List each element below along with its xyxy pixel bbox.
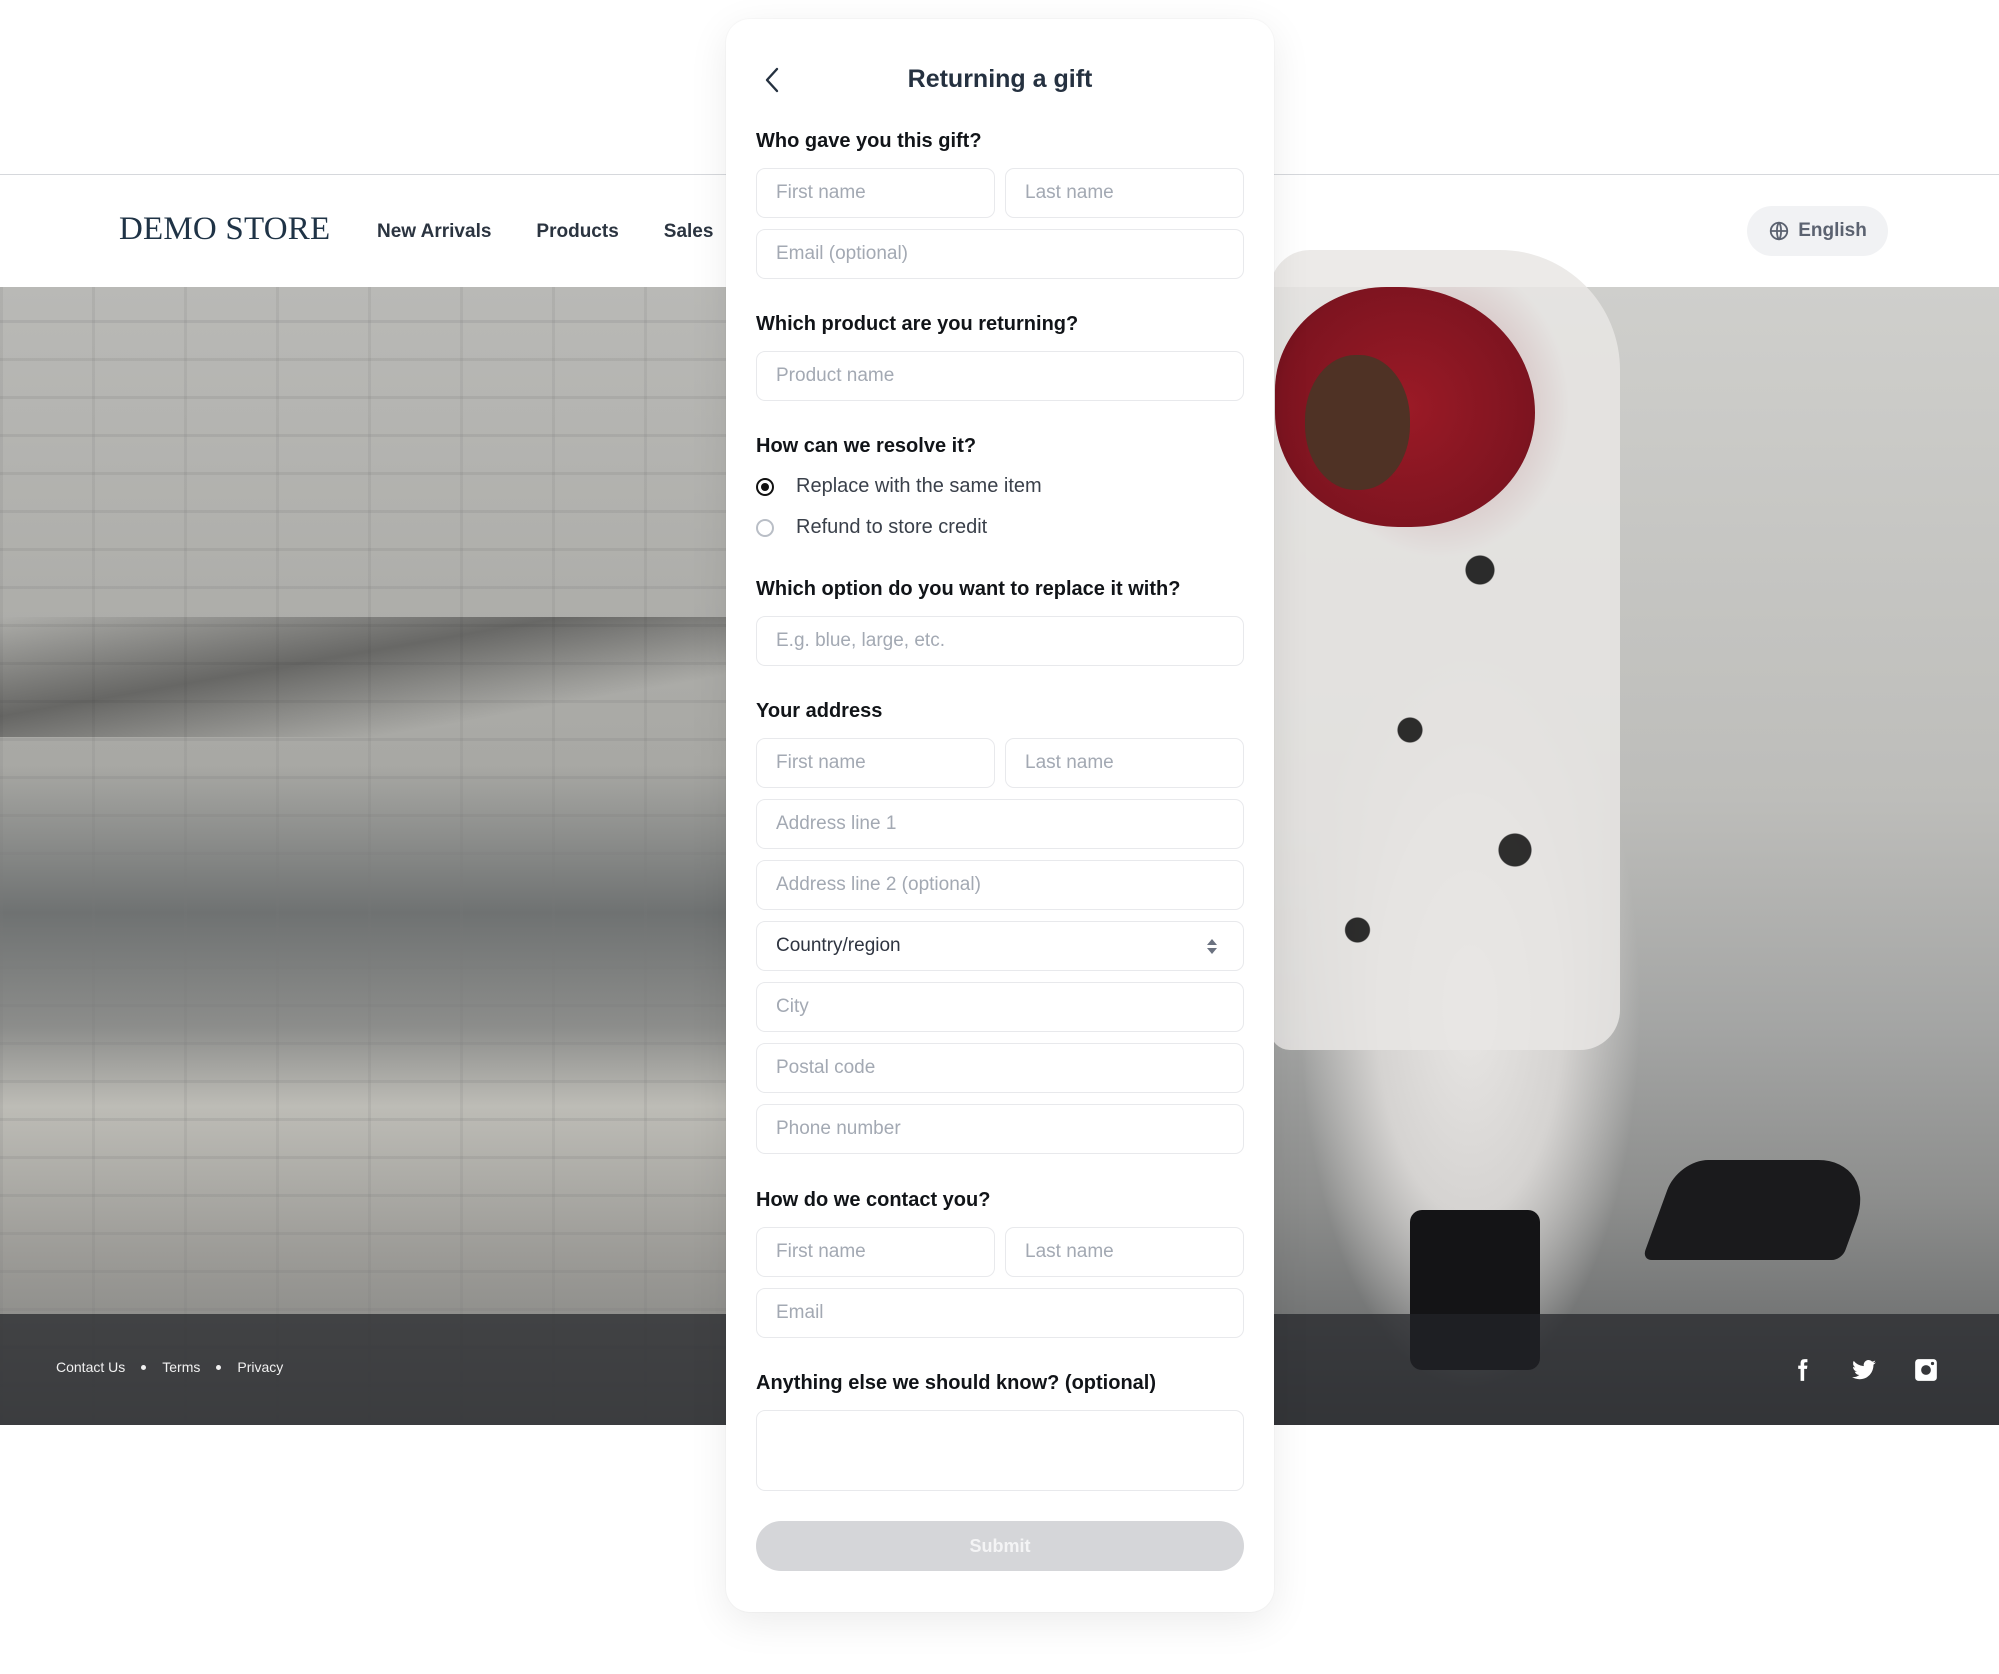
postal-code-input[interactable]: Postal code	[756, 1043, 1244, 1093]
address-first-name-input[interactable]: First name	[756, 738, 995, 788]
footer-links: Contact Us Terms Privacy	[56, 1359, 283, 1375]
phone-number-input[interactable]: Phone number	[756, 1104, 1244, 1154]
separator-dot	[216, 1364, 222, 1370]
radio-label: Replace with the same item	[796, 475, 1042, 497]
language-label: English	[1798, 220, 1867, 241]
radio-label: Refund to store credit	[796, 516, 988, 538]
contact-first-name-input[interactable]: First name	[756, 1227, 995, 1277]
address-last-name-input[interactable]: Last name	[1005, 738, 1244, 788]
city-input[interactable]: City	[756, 982, 1244, 1032]
replacement-question: Which option do you want to replace it w…	[756, 578, 1181, 600]
nav-item-products[interactable]: Products	[536, 221, 618, 243]
address-line2-input[interactable]: Address line 2 (optional)	[756, 860, 1244, 910]
radio-refund-store-credit[interactable]: Refund to store credit	[756, 516, 987, 539]
product-name-input[interactable]: Product name	[756, 351, 1244, 401]
store-logo[interactable]: DEMO STORE	[119, 211, 330, 248]
replacement-option-input[interactable]: E.g. blue, large, etc.	[756, 616, 1244, 666]
country-region-value: Country/region	[776, 935, 901, 956]
resolution-question: How can we resolve it?	[756, 435, 977, 457]
contact-email-input[interactable]: Email	[756, 1288, 1244, 1338]
model-shoe	[1641, 1160, 1879, 1260]
submit-button[interactable]: Submit	[756, 1521, 1244, 1571]
nav-item-sales[interactable]: Sales	[664, 221, 714, 243]
model-face	[1305, 355, 1410, 490]
globe-icon	[1770, 221, 1789, 241]
address-question: Your address	[756, 700, 883, 722]
instagram-icon[interactable]	[1913, 1357, 1939, 1383]
facebook-icon[interactable]	[1789, 1357, 1815, 1383]
contact-question: How do we contact you?	[756, 1189, 991, 1211]
hero-shadow	[0, 617, 730, 737]
page: DEMO STORE New Arrivals Products Sales E…	[0, 0, 1999, 1674]
form-title: Returning a gift	[907, 65, 1093, 93]
giver-first-name-input[interactable]: First name	[756, 168, 995, 218]
return-gift-form: Returning a gift Who gave you this gift?…	[726, 19, 1274, 1612]
radio-selected-icon	[756, 477, 774, 496]
nav-item-new-arrivals[interactable]: New Arrivals	[377, 221, 491, 243]
hero-wall-background	[0, 287, 730, 1425]
separator-dot	[141, 1364, 147, 1370]
radio-replace-same-item[interactable]: Replace with the same item	[756, 475, 1042, 498]
select-arrows-icon	[1207, 938, 1217, 954]
giver-last-name-input[interactable]: Last name	[1005, 168, 1244, 218]
address-line1-input[interactable]: Address line 1	[756, 799, 1244, 849]
footer-link-terms[interactable]: Terms	[162, 1359, 200, 1375]
form-header: Returning a gift	[726, 61, 1274, 101]
country-region-select[interactable]: Country/region	[756, 921, 1244, 971]
radio-unselected-icon	[756, 518, 774, 537]
main-nav: New Arrivals Products Sales	[377, 221, 713, 243]
giver-question: Who gave you this gift?	[756, 130, 982, 152]
footer-link-privacy[interactable]: Privacy	[237, 1359, 283, 1375]
language-selector[interactable]: English	[1747, 206, 1888, 256]
twitter-icon[interactable]	[1851, 1357, 1877, 1383]
contact-last-name-input[interactable]: Last name	[1005, 1227, 1244, 1277]
notes-question: Anything else we should know? (optional)	[756, 1372, 1156, 1394]
giver-email-input[interactable]: Email (optional)	[756, 229, 1244, 279]
notes-textarea[interactable]	[756, 1410, 1244, 1491]
footer-link-contact[interactable]: Contact Us	[56, 1359, 125, 1375]
product-question: Which product are you returning?	[756, 313, 1079, 335]
social-links	[1789, 1357, 1939, 1383]
